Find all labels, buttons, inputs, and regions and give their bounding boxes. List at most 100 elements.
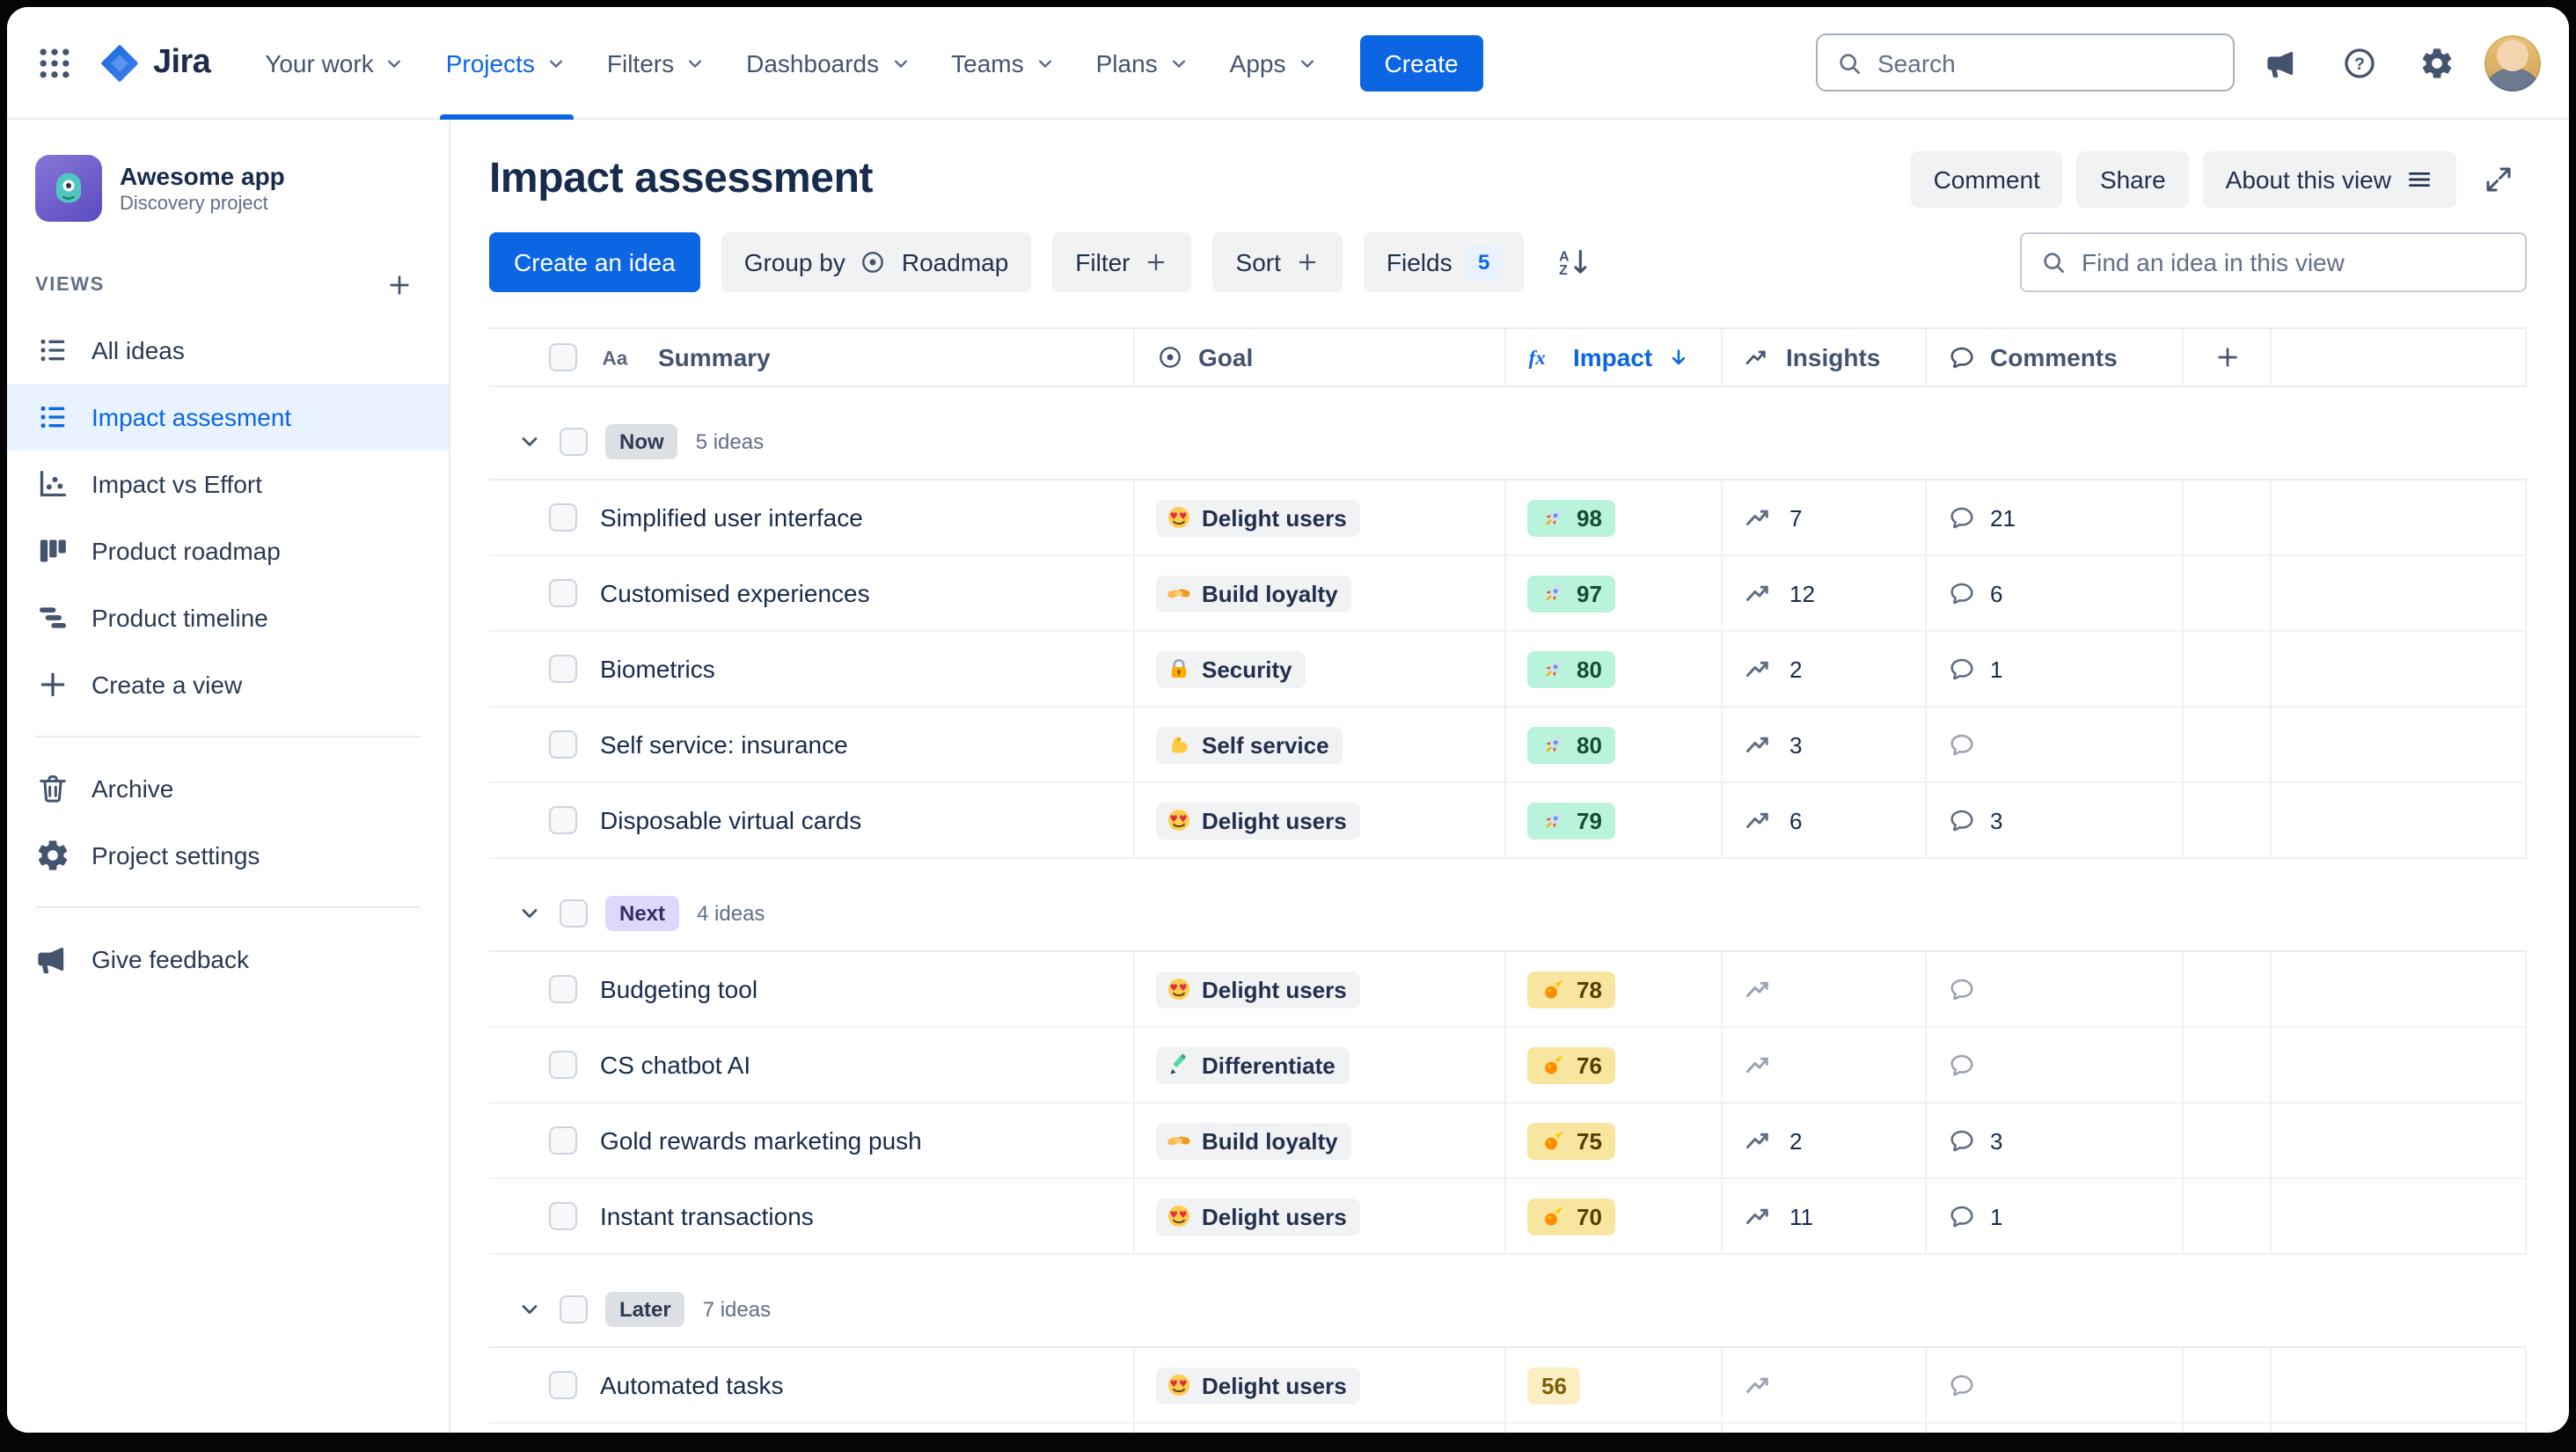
idea-summary[interactable]: Self service: insurance [600, 730, 848, 759]
idea-summary[interactable]: Simplified user interface [600, 503, 863, 532]
comments-icon[interactable] [1948, 503, 1976, 532]
row-checkbox[interactable] [549, 730, 577, 759]
impact-score[interactable]: 75 [1527, 1122, 1616, 1159]
idea-row[interactable]: Self service: insurance Self service 80 3 [489, 708, 2527, 783]
impact-score[interactable]: 98 [1527, 499, 1616, 536]
idea-row[interactable]: Customised experiences Build loyalty 97 12 6 [489, 556, 2527, 632]
nav-item-your-work[interactable]: Your work [245, 7, 427, 119]
row-checkbox[interactable] [549, 1202, 577, 1230]
settings-button[interactable] [2407, 33, 2467, 92]
group-checkbox[interactable] [560, 898, 588, 927]
goal-tag[interactable]: Differentiate [1156, 1046, 1350, 1083]
nav-item-apps[interactable]: Apps [1211, 7, 1339, 119]
select-all-checkbox[interactable] [549, 343, 577, 371]
share-button[interactable]: Share [2076, 151, 2189, 208]
idea-row[interactable]: Simplified user interface ♥ ♥ Delight users… [489, 480, 2527, 556]
nav-item-filters[interactable]: Filters [588, 7, 727, 119]
idea-row[interactable]: Gold rewards marketing push Build loyalty… [489, 1104, 2527, 1179]
impact-score[interactable]: 80 [1527, 726, 1616, 763]
fields-button[interactable]: Fields 5 [1363, 232, 1525, 292]
create-button[interactable]: Create [1359, 34, 1483, 91]
idea-summary[interactable]: Gold rewards marketing push [600, 1126, 922, 1155]
sidebar-item-impact-assesment[interactable]: Impact assesment [7, 384, 449, 451]
goal-tag[interactable]: Build loyalty [1156, 1122, 1352, 1159]
collapse-group-icon[interactable] [517, 429, 542, 453]
goal-tag[interactable]: Build loyalty [1156, 575, 1352, 612]
group-by-button[interactable]: Group by Roadmap [721, 232, 1032, 292]
sidebar-item-project-settings[interactable]: Project settings [7, 822, 449, 889]
collapse-group-icon[interactable] [517, 1296, 542, 1321]
add-column-button[interactable] [2184, 329, 2272, 385]
comments-icon[interactable] [1948, 655, 1976, 683]
goal-tag[interactable]: ♥ ♥ Delight users [1156, 1198, 1361, 1235]
sidebar-item-product-roadmap[interactable]: Product roadmap [7, 517, 449, 584]
idea-summary[interactable]: Biometrics [600, 655, 715, 683]
sidebar-item-impact-vs-effort[interactable]: Impact vs Effort [7, 451, 449, 517]
impact-score[interactable]: 78 [1527, 971, 1616, 1008]
impact-score[interactable]: 97 [1527, 575, 1616, 612]
comment-button[interactable]: Comment [1910, 151, 2063, 208]
impact-score[interactable]: 76 [1527, 1046, 1616, 1083]
comments-icon[interactable] [1948, 806, 1976, 834]
column-header-summary[interactable]: Aa Summary [489, 329, 1135, 385]
comments-icon[interactable] [1948, 730, 1976, 759]
create-idea-button[interactable]: Create an idea [489, 232, 700, 292]
comments-icon[interactable] [1948, 975, 1976, 1003]
impact-score[interactable]: 70 [1527, 1198, 1616, 1235]
idea-row[interactable]: CS chatbot AI Differentiate 76 [489, 1028, 2527, 1104]
idea-summary[interactable]: Customised experiences [600, 579, 870, 607]
idea-row-partial[interactable] [489, 1424, 2527, 1433]
column-header-goal[interactable]: Goal [1135, 329, 1506, 385]
app-switcher-button[interactable] [25, 33, 84, 92]
jira-logo[interactable]: Jira [88, 41, 228, 84]
announcements-button[interactable] [2252, 33, 2312, 92]
group-checkbox[interactable] [560, 427, 588, 455]
row-checkbox[interactable] [549, 1126, 577, 1155]
collapse-group-icon[interactable] [517, 900, 542, 925]
comments-icon[interactable] [1948, 579, 1976, 607]
column-header-insights[interactable]: Insights [1723, 329, 1927, 385]
row-checkbox[interactable] [549, 579, 577, 607]
idea-summary[interactable]: Automated tasks [600, 1371, 784, 1399]
impact-score[interactable]: 79 [1527, 802, 1616, 839]
impact-score[interactable]: 56 [1527, 1367, 1581, 1404]
global-search-input[interactable] [1877, 48, 2215, 77]
comments-icon[interactable] [1948, 1202, 1976, 1230]
idea-row[interactable]: Instant transactions ♥ ♥ Delight users 70 11 1 [489, 1179, 2527, 1255]
goal-tag[interactable]: ♥ ♥ Delight users [1156, 971, 1361, 1008]
idea-row[interactable]: Automated tasks ♥ ♥ Delight users 56 [489, 1348, 2527, 1424]
idea-summary[interactable]: Disposable virtual cards [600, 806, 861, 834]
nav-item-projects[interactable]: Projects [427, 7, 588, 119]
comments-icon[interactable] [1948, 1126, 1976, 1155]
user-avatar[interactable] [2485, 34, 2541, 91]
filter-button[interactable]: Filter [1052, 232, 1192, 292]
goal-tag[interactable]: ♥ ♥ Delight users [1156, 1367, 1361, 1404]
idea-row[interactable]: Disposable virtual cards ♥ ♥ Delight users 7… [489, 783, 2527, 859]
row-checkbox[interactable] [549, 503, 577, 532]
goal-tag[interactable]: ♥ ♥ Delight users [1156, 499, 1361, 536]
row-checkbox[interactable] [549, 975, 577, 1003]
column-header-impact[interactable]: fx Impact [1506, 329, 1723, 385]
row-checkbox[interactable] [549, 1371, 577, 1399]
find-idea-search[interactable] [2020, 232, 2527, 292]
row-checkbox[interactable] [549, 1051, 577, 1079]
column-header-comments[interactable]: Comments [1927, 329, 2184, 385]
idea-summary[interactable]: Budgeting tool [600, 975, 757, 1003]
idea-summary[interactable]: CS chatbot AI [600, 1051, 750, 1079]
add-view-button[interactable] [378, 264, 421, 306]
idea-summary[interactable]: Instant transactions [600, 1202, 814, 1230]
nav-item-teams[interactable]: Teams [932, 7, 1076, 119]
sort-order-button[interactable]: AZ [1546, 234, 1602, 290]
find-idea-input[interactable] [2082, 248, 2507, 276]
row-checkbox[interactable] [549, 806, 577, 834]
goal-tag[interactable]: Self service [1156, 726, 1343, 763]
sort-button[interactable]: Sort [1212, 232, 1343, 292]
help-button[interactable]: ? [2330, 33, 2389, 92]
sidebar-item-all-ideas[interactable]: All ideas [7, 317, 449, 384]
sidebar-item-archive[interactable]: Archive [7, 755, 449, 822]
goal-tag[interactable]: ♥ ♥ Delight users [1156, 802, 1361, 839]
group-checkbox[interactable] [560, 1294, 588, 1323]
project-header[interactable]: Awesome app Discovery project [7, 148, 449, 250]
idea-row[interactable]: Budgeting tool ♥ ♥ Delight users 78 [489, 952, 2527, 1028]
about-view-button[interactable]: About this view [2202, 151, 2456, 208]
